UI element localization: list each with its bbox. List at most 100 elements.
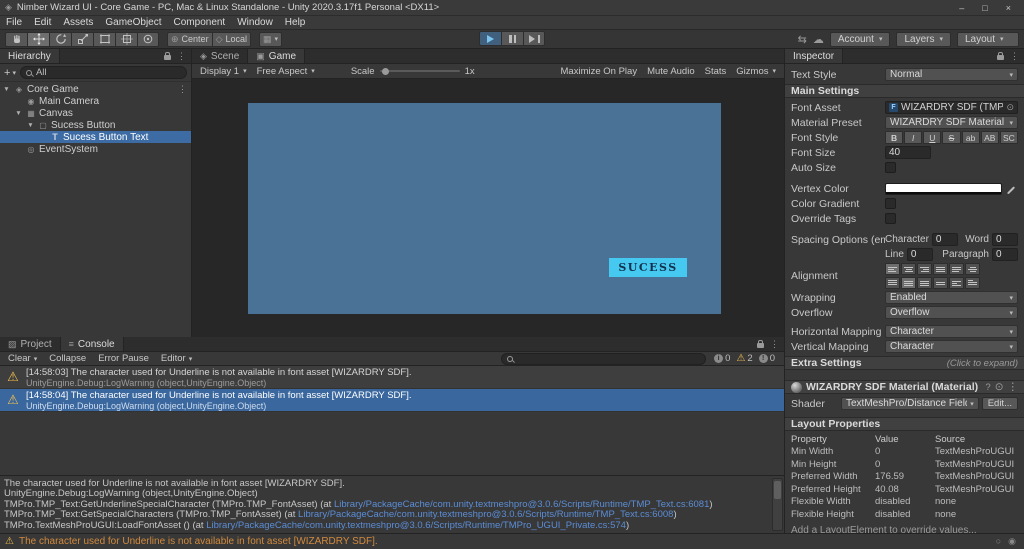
bold-button[interactable]: B: [885, 131, 904, 144]
object-picker-icon[interactable]: ⊙: [1006, 102, 1014, 113]
menu-item-file[interactable]: File: [0, 17, 28, 28]
eyedropper-button[interactable]: [1004, 182, 1018, 195]
align-top-button[interactable]: [885, 277, 900, 289]
uppercase-button[interactable]: AB: [980, 131, 999, 144]
wrapping-dropdown[interactable]: Enabled ▾: [885, 291, 1018, 304]
override-tags-checkbox[interactable]: [885, 213, 896, 224]
display-dropdown[interactable]: Display 1 ▾: [196, 65, 251, 78]
gizmos-dropdown[interactable]: Gizmos ▾: [732, 65, 780, 78]
scale-slider-knob[interactable]: [381, 67, 389, 75]
rotate-tool-button[interactable]: [49, 31, 71, 47]
smallcaps-button[interactable]: SC: [999, 131, 1018, 144]
tree-item-eventsystem[interactable]: ◎ EventSystem: [0, 143, 191, 155]
layout-properties-header[interactable]: Layout Properties: [785, 417, 1024, 431]
tab-scene[interactable]: ◈ Scene: [192, 49, 249, 63]
status-bar[interactable]: ⚠ The character used for Underline is no…: [0, 533, 1024, 549]
expand-arrow-icon[interactable]: ▼: [26, 122, 35, 129]
pivot-toggle-button[interactable]: ⊕ Center: [167, 31, 212, 47]
scrollbar-thumb[interactable]: [774, 480, 781, 499]
strikethrough-button[interactable]: S: [942, 131, 961, 144]
rect-tool-button[interactable]: [93, 31, 115, 47]
file-link[interactable]: Library/PackageCache/com.unity.textmeshp…: [206, 521, 626, 531]
success-button[interactable]: SUCESS: [609, 258, 687, 277]
italic-button[interactable]: I: [904, 131, 923, 144]
vertex-color-field[interactable]: [885, 182, 1002, 195]
info-count-badge[interactable]: i0: [714, 353, 730, 364]
grid-snap-button[interactable]: ▦ ▾: [259, 31, 283, 47]
shader-edit-button[interactable]: Edit...: [981, 397, 1018, 410]
tab-inspector[interactable]: Inspector: [785, 49, 844, 63]
hierarchy-search-input[interactable]: All: [19, 66, 187, 79]
menu-item-assets[interactable]: Assets: [57, 17, 99, 28]
line-spacing-input[interactable]: 0: [906, 248, 933, 261]
character-spacing-input[interactable]: 0: [931, 233, 958, 246]
activity-icon[interactable]: ○: [996, 536, 1001, 547]
text-style-dropdown[interactable]: Normal ▾: [885, 68, 1018, 81]
collab-icon[interactable]: ⇆: [798, 33, 807, 46]
material-preset-dropdown[interactable]: WIZARDRY SDF Material ▾: [885, 116, 1018, 129]
scale-tool-button[interactable]: [71, 31, 93, 47]
menu-item-help[interactable]: Help: [279, 17, 312, 28]
tab-game[interactable]: ▣ Game: [248, 49, 306, 63]
cloud-icon[interactable]: ☁: [813, 33, 824, 46]
vertical-mapping-dropdown[interactable]: Character ▾: [885, 340, 1018, 353]
transform-tool-button[interactable]: [115, 31, 137, 47]
lock-icon[interactable]: [757, 340, 764, 348]
layout-dropdown[interactable]: Layout ▾: [957, 31, 1019, 47]
tree-item-scene[interactable]: ▼ ◈ Core Game ⋮: [0, 83, 191, 95]
tree-item-main-camera[interactable]: ◉ Main Camera: [0, 95, 191, 107]
horizontal-mapping-dropdown[interactable]: Character ▾: [885, 325, 1018, 338]
console-entry[interactable]: ⚠ [14:58:03] The character used for Unde…: [0, 366, 784, 389]
panel-menu-icon[interactable]: ⋮: [770, 339, 779, 350]
account-dropdown[interactable]: Account ▾: [829, 31, 891, 47]
maximize-on-play-button[interactable]: Maximize On Play: [557, 65, 642, 78]
word-spacing-input[interactable]: 0: [992, 233, 1018, 246]
underline-button[interactable]: U: [923, 131, 942, 144]
lock-icon[interactable]: [164, 52, 171, 60]
file-link[interactable]: Library/PackageCache/com.unity.textmeshp…: [334, 500, 709, 510]
tab-hierarchy[interactable]: Hierarchy: [0, 49, 60, 63]
align-bottom-button[interactable]: [917, 277, 932, 289]
close-button[interactable]: ×: [1006, 3, 1011, 13]
create-object-button[interactable]: + ▾: [4, 67, 16, 79]
overflow-dropdown[interactable]: Overflow ▾: [885, 306, 1018, 319]
lowercase-button[interactable]: ab: [961, 131, 980, 144]
shader-dropdown[interactable]: TextMeshPro/Distance Field ▾: [841, 397, 979, 410]
file-link[interactable]: Library/PackageCache/com.unity.textmeshp…: [298, 510, 673, 520]
console-search-input[interactable]: [501, 352, 707, 365]
align-baseline-button[interactable]: [933, 277, 948, 289]
editor-dropdown[interactable]: Editor ▾: [156, 353, 197, 365]
expand-arrow-icon[interactable]: ▼: [2, 86, 11, 93]
warning-count-badge[interactable]: ⚠ 2: [736, 353, 752, 364]
extra-settings-header[interactable]: Extra Settings (Click to expand): [785, 356, 1024, 370]
font-size-input[interactable]: 40: [885, 146, 931, 159]
progress-icon[interactable]: ◉: [1008, 536, 1016, 547]
pause-button[interactable]: [501, 31, 523, 46]
tab-project[interactable]: ▨ Project: [0, 337, 61, 351]
clear-button[interactable]: Clear ▾: [3, 353, 42, 365]
error-pause-button[interactable]: Error Pause: [93, 353, 154, 365]
hand-tool-button[interactable]: [5, 31, 27, 47]
expand-arrow-icon[interactable]: ▼: [14, 110, 23, 117]
align-capline-button[interactable]: [965, 277, 980, 289]
space-toggle-button[interactable]: ◇ Local: [211, 31, 251, 47]
align-center-button[interactable]: [901, 263, 916, 275]
layers-dropdown[interactable]: Layers ▾: [896, 31, 951, 47]
tab-console[interactable]: ≡ Console: [60, 337, 124, 351]
maximize-button[interactable]: □: [982, 3, 987, 13]
menu-item-gameobject[interactable]: GameObject: [99, 17, 167, 28]
align-middle-button[interactable]: [901, 277, 916, 289]
scale-slider[interactable]: [379, 67, 460, 75]
menu-item-edit[interactable]: Edit: [28, 17, 57, 28]
console-entry-selected[interactable]: ⚠ [14:58:04] The character used for Unde…: [0, 389, 784, 412]
font-asset-field[interactable]: F WIZARDRY SDF (TMP_Font A ⊙: [885, 101, 1018, 114]
minimize-button[interactable]: –: [959, 3, 964, 13]
align-geometry-button[interactable]: [965, 263, 980, 275]
align-flush-button[interactable]: [949, 263, 964, 275]
lock-icon[interactable]: [997, 52, 1004, 60]
stats-button[interactable]: Stats: [701, 65, 731, 78]
help-icon[interactable]: ?: [985, 382, 990, 393]
scene-options-icon[interactable]: ⋮: [178, 84, 187, 95]
preset-icon[interactable]: ⊙: [995, 381, 1004, 393]
paragraph-spacing-input[interactable]: 0: [992, 248, 1018, 261]
